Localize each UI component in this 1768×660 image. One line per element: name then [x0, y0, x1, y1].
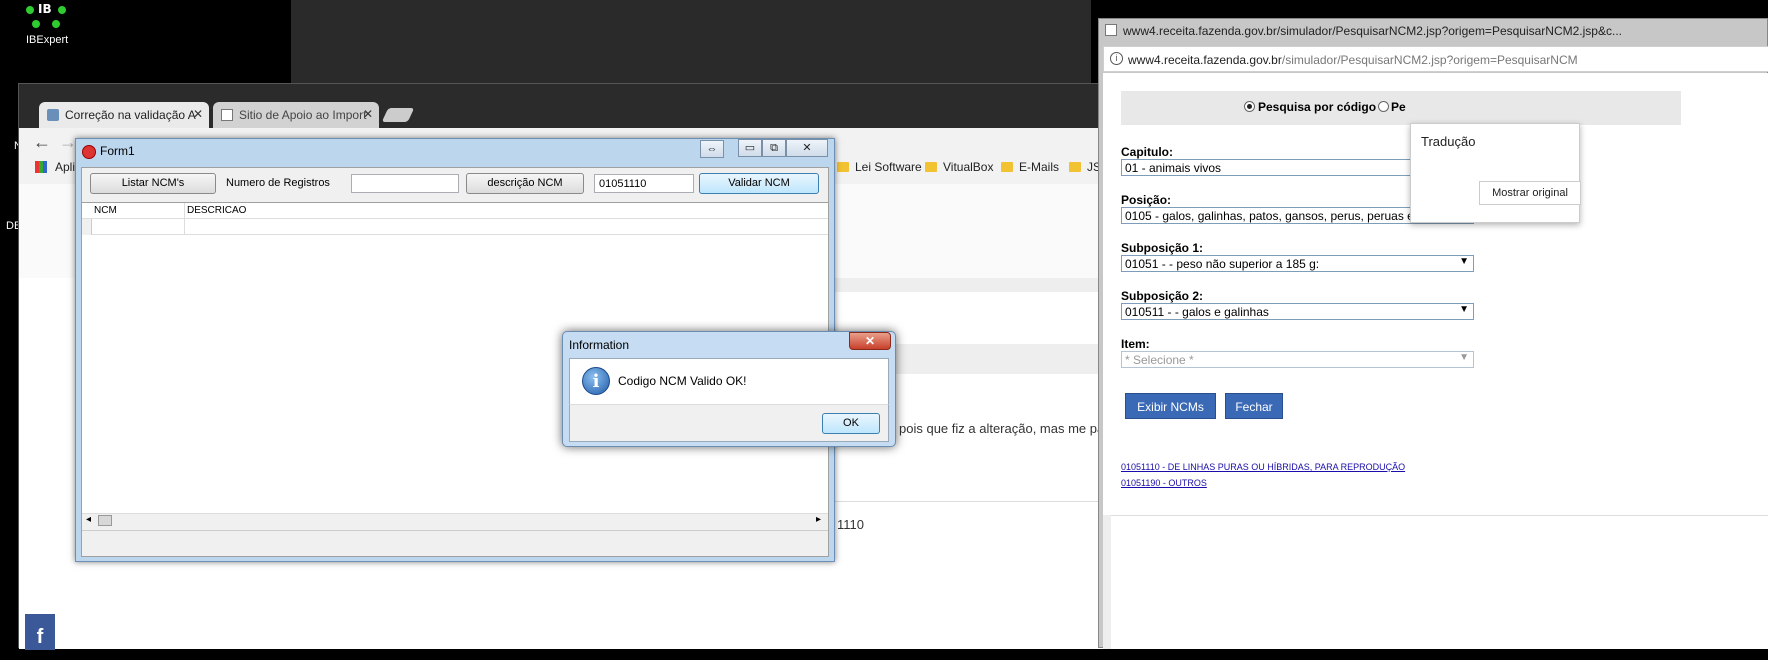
popup-page: Pesquisa por código Pe Capitulo: 01 - an… — [1103, 73, 1768, 649]
close-icon[interactable]: ✕ — [363, 107, 373, 121]
radio-codigo-label: Pesquisa por código — [1258, 100, 1377, 114]
ibexpert-label[interactable]: IBExpert — [26, 34, 68, 46]
document-icon — [221, 109, 233, 121]
minimize-button[interactable]: ▭ — [738, 139, 762, 157]
page-text-fragment: pois que fiz a alteração, mas me pas — [899, 421, 1111, 436]
dialog-body: i Codigo NCM Valido OK! — [569, 358, 889, 404]
apps-label[interactable]: Apli — [55, 160, 75, 174]
dialog-footer: OK — [569, 404, 889, 442]
folder-icon — [1001, 162, 1013, 172]
ibexpert-icon[interactable]: IB — [22, 2, 72, 34]
radio-descricao[interactable] — [1378, 101, 1389, 112]
apps-icon[interactable] — [35, 161, 47, 173]
column-header-ncm[interactable]: NCM — [94, 203, 117, 219]
numero-registros-field[interactable] — [351, 174, 459, 193]
tab-label: Correção na validação A — [65, 108, 196, 122]
back-icon[interactable]: ← — [33, 132, 51, 153]
maximize-button[interactable]: ⧉ — [762, 139, 786, 157]
folder-icon — [837, 162, 849, 172]
tab-correcao[interactable]: Correção na validação A ✕ — [39, 102, 209, 128]
new-tab-button[interactable] — [381, 108, 415, 122]
item-select[interactable]: * Selecione * ▼ — [1121, 351, 1474, 368]
translate-popup: Tradução Mostrar original — [1410, 123, 1581, 223]
table-row[interactable] — [82, 219, 828, 235]
result-link[interactable]: 01051190 - OUTROS — [1121, 478, 1207, 488]
search-mode-bar: Pesquisa por código Pe — [1121, 91, 1681, 125]
numero-registros-label: Numero de Registros — [226, 177, 330, 189]
facebook-icon[interactable]: f — [25, 614, 55, 650]
chevron-down-icon: ▼ — [1459, 256, 1469, 267]
address-path: /simulador/PesquisarNCM2.jsp?origem=Pesq… — [1281, 53, 1578, 67]
bookmark-lei-software[interactable]: Lei Software — [837, 160, 922, 180]
scroll-right-icon[interactable]: ▸ — [816, 514, 821, 525]
horizontal-scrollbar[interactable]: ◂ ▸ — [82, 513, 828, 527]
resize-button[interactable]: ⇔ — [700, 140, 724, 158]
ncm-code-field[interactable] — [594, 174, 694, 193]
chevron-down-icon: ▼ — [1459, 352, 1469, 363]
popup-window: www4.receita.fazenda.gov.br/simulador/Pe… — [1098, 18, 1768, 649]
radio-codigo[interactable] — [1244, 101, 1255, 112]
information-icon: i — [582, 367, 610, 395]
desktop-background — [291, 0, 1091, 83]
popup-address-bar[interactable]: i www4.receita.fazenda.gov.br/simulador/… — [1103, 46, 1768, 72]
close-button[interactable]: ✕ — [786, 139, 828, 157]
tab-sitio-apoio[interactable]: Sitio de Apoio ao Import ✕ — [213, 102, 379, 128]
status-bar — [82, 530, 828, 556]
document-icon — [1105, 24, 1117, 36]
delphi-app-icon — [82, 145, 96, 159]
show-original-button[interactable]: Mostrar original — [1479, 181, 1581, 205]
scroll-thumb[interactable] — [98, 515, 112, 526]
item-label: Item: — [1121, 337, 1150, 351]
capitulo-label: Capitulo: — [1121, 145, 1173, 159]
subposicao1-select[interactable]: 01051 - - peso não superior a 185 g: ▼ — [1121, 255, 1474, 272]
scroll-left-icon[interactable]: ◂ — [86, 514, 91, 525]
posicao-label: Posição: — [1121, 193, 1172, 207]
dialog-close-button[interactable]: ✕ — [849, 332, 891, 350]
tab-label: Sitio de Apoio ao Import — [239, 108, 367, 122]
column-header-descricao[interactable]: DESCRICAO — [184, 203, 246, 219]
validar-ncm-button[interactable]: Validar NCM — [699, 173, 819, 194]
ok-button[interactable]: OK — [822, 413, 880, 434]
listar-ncms-button[interactable]: Listar NCM's — [90, 173, 216, 194]
folder-icon — [925, 162, 937, 172]
result-link[interactable]: 01051110 - DE LINHAS PURAS OU HÍBRIDAS, … — [1121, 462, 1405, 472]
bookmark-js[interactable]: JS — [1069, 160, 1101, 180]
bookmark-vitualbox[interactable]: VitualBox — [925, 160, 993, 180]
translate-title: Tradução — [1421, 134, 1476, 149]
subposicao1-label: Subposição 1: — [1121, 241, 1204, 255]
folder-icon — [1069, 162, 1081, 172]
chevron-down-icon: ▼ — [1459, 304, 1469, 315]
address-host: www4.receita.fazenda.gov.br — [1128, 53, 1282, 67]
ibexpert-icon-text: IB — [38, 2, 52, 16]
descricao-ncm-button[interactable]: descrição NCM — [466, 173, 584, 194]
exibir-ncms-button[interactable]: Exibir NCMs — [1125, 393, 1216, 419]
information-dialog: Information ✕ i Codigo NCM Valido OK! OK — [562, 331, 896, 447]
popup-title: www4.receita.fazenda.gov.br/simulador/Pe… — [1123, 24, 1622, 38]
dialog-title: Information — [569, 338, 630, 352]
page-favicon-icon — [47, 109, 59, 121]
bookmark-emails[interactable]: E-Mails — [1001, 160, 1059, 180]
form1-title: Form1 — [100, 144, 135, 158]
row-indicator — [82, 219, 92, 235]
grid-header: NCM DESCRICAO — [82, 203, 828, 219]
subposicao2-select[interactable]: 010511 - - galos e galinhas ▼ — [1121, 303, 1474, 320]
subposicao2-label: Subposição 2: — [1121, 289, 1204, 303]
info-icon[interactable]: i — [1110, 52, 1123, 65]
close-icon[interactable]: ✕ — [193, 107, 203, 121]
fechar-button[interactable]: Fechar — [1225, 393, 1283, 419]
dialog-message: Codigo NCM Valido OK! — [618, 374, 747, 388]
page-text-fragment-2: 1110 — [837, 517, 864, 532]
radio-descricao-label: Pe — [1391, 100, 1406, 114]
